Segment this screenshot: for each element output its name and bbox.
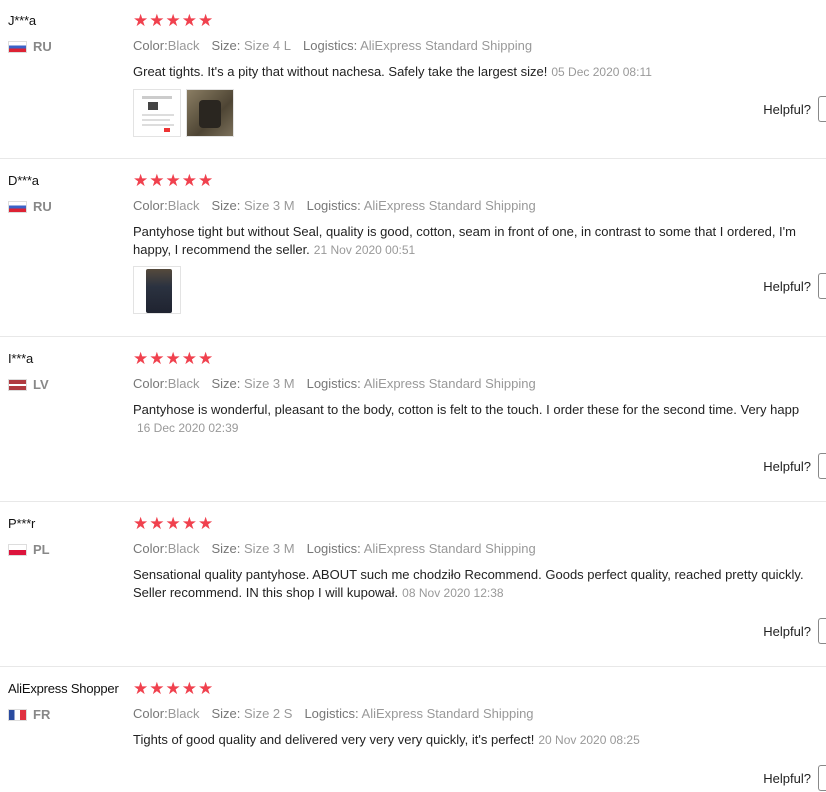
star-icon: ★ [133,171,149,190]
review-sku-info: Color:Black Size: Size 3 M Logistics: AliE… [133,376,536,391]
review-item: I***a LV ★ ★ ★ ★ ★ Color:Black Size: Size 3 M… [0,338,826,502]
helpful-control: Helpful? [763,453,826,479]
reviewer-country: FR [8,707,50,722]
review-item: D***a RU ★ ★ ★ ★ ★ Color:Black Size: Size 3 M… [0,160,826,337]
pl-flag-icon [8,543,27,556]
star-icon: ★ [198,679,214,698]
review-sku-info: Color:Black Size: Size 3 M Logistics: AliE… [133,198,536,213]
reviewer-country: RU [8,39,52,54]
star-icon: ★ [133,514,149,533]
star-icon: ★ [133,11,149,30]
star-icon: ★ [198,349,214,368]
lv-flag-icon [8,378,27,391]
star-rating: ★ ★ ★ ★ ★ [133,515,213,533]
review-text: Sensational quality pantyhose. ABOUT suc… [133,567,804,582]
reviewer-country: RU [8,199,52,214]
review-text: Great tights. It's a pity that without n… [133,64,652,79]
country-code: RU [33,199,52,214]
reviewer-name: I***a [8,351,34,366]
star-icon: ★ [149,349,165,368]
helpful-label: Helpful? [763,770,811,786]
helpful-label: Helpful? [763,101,811,117]
helpful-button[interactable] [818,453,826,479]
star-icon: ★ [198,11,214,30]
helpful-label: Helpful? [763,278,811,294]
product-screenshot-thumb[interactable] [133,89,181,137]
review-item: P***r PL ★ ★ ★ ★ ★ Color:Black Size: Size 3 M… [0,503,826,667]
helpful-button[interactable] [818,618,826,644]
review-sku-info: Color:Black Size: Size 4 L Logistics: AliE… [133,38,533,53]
reviewer-country: PL [8,542,50,557]
country-code: LV [33,377,49,392]
helpful-control: Helpful? [763,618,826,644]
review-photos [133,89,234,137]
review-text: Tights of good quality and delivered ver… [133,732,640,747]
star-icon: ★ [165,349,181,368]
review-sku-info: Color:Black Size: Size 3 M Logistics: AliE… [133,541,536,556]
review-photos [133,266,181,314]
star-rating: ★ ★ ★ ★ ★ [133,350,213,368]
review-date: 16 Dec 2020 02:39 [137,421,239,435]
star-icon: ★ [165,11,181,30]
ru-flag-icon [8,200,27,213]
star-icon: ★ [181,171,197,190]
review-item: J***a RU ★ ★ ★ ★ ★ Color:Black Size: Size 4 L… [0,0,826,159]
star-icon: ★ [165,679,181,698]
review-date: 20 Nov 2020 08:25 [538,733,640,747]
star-rating: ★ ★ ★ ★ ★ [133,172,213,190]
star-icon: ★ [149,514,165,533]
helpful-button[interactable] [818,96,826,122]
review-date: 21 Nov 2020 00:51 [313,243,416,257]
helpful-button[interactable] [818,765,826,791]
star-icon: ★ [165,171,181,190]
star-icon: ★ [181,514,197,533]
star-icon: ★ [149,171,165,190]
country-code: RU [33,39,52,54]
star-icon: ★ [133,349,149,368]
helpful-button[interactable] [818,273,826,299]
helpful-control: Helpful? [763,96,826,122]
star-icon: ★ [198,514,214,533]
review-text: Pantyhose tight but without Seal, qualit… [133,224,796,239]
review-text-continued: happy, I recommend the seller. 21 Nov 202… [133,242,416,257]
review-text-continued: 16 Dec 2020 02:39 [133,419,826,437]
reviewer-name: J***a [8,13,36,28]
reviewer-country: LV [8,377,49,392]
star-icon: ★ [149,11,165,30]
review-text: Pantyhose is wonderful, pleasant to the … [133,402,800,417]
country-code: FR [33,707,51,722]
review-sku-info: Color:Black Size: Size 2 S Logistics: AliE… [133,706,534,721]
helpful-control: Helpful? [763,765,826,791]
star-icon: ★ [165,514,181,533]
reviewer-name: D***a [8,173,39,188]
star-icon: ★ [181,349,197,368]
review-text-continued: Seller recommend. IN this shop I will ku… [133,585,504,600]
fr-flag-icon [8,708,27,721]
star-icon: ★ [198,171,214,190]
helpful-label: Helpful? [763,623,811,639]
review-item: AliExpress Shopper FR ★ ★ ★ ★ ★ Color:Black S… [0,668,826,792]
star-icon: ★ [133,679,149,698]
star-rating: ★ ★ ★ ★ ★ [133,12,213,30]
reviewer-name: P***r [8,516,36,531]
star-icon: ★ [181,11,197,30]
ru-flag-icon [8,40,27,53]
star-icon: ★ [181,679,197,698]
helpful-control: Helpful? [763,273,826,299]
package-photo-thumb[interactable] [133,266,181,314]
review-date: 05 Dec 2020 08:11 [551,65,652,79]
star-icon: ★ [149,679,165,698]
helpful-label: Helpful? [763,458,811,474]
star-rating: ★ ★ ★ ★ ★ [133,680,213,698]
review-date: 08 Nov 2020 12:38 [402,586,504,600]
country-code: PL [33,542,50,557]
reviewer-name: AliExpress Shopper [8,681,119,696]
pantyhose-photo-thumb[interactable] [186,89,234,137]
